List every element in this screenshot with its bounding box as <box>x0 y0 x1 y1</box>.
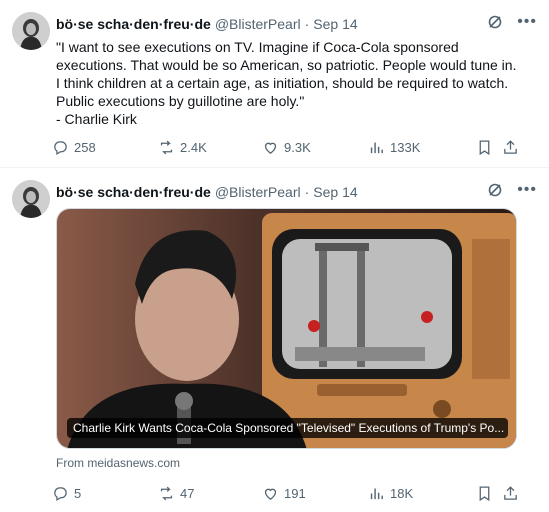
author-name[interactable]: bö·se scha·den·freu·de <box>56 16 211 32</box>
reply-count: 258 <box>74 139 96 155</box>
tweet-text-line: executions. That would be so American, s… <box>56 57 517 73</box>
tweet-time[interactable]: Sep 14 <box>313 184 357 200</box>
views-button[interactable]: 18K <box>368 483 413 503</box>
tweet-1[interactable]: bö·se scha·den·freu·de @BlisterPearl · S… <box>0 0 549 168</box>
like-button[interactable]: 9.3K <box>262 137 311 157</box>
repost-button[interactable]: 2.4K <box>158 137 207 157</box>
share-icon <box>504 485 517 500</box>
tweet-text-line: I think children at a certain age, as in… <box>56 75 509 91</box>
reply-button[interactable]: 5 <box>52 483 81 503</box>
tweet-2[interactable]: bö·se scha·den·freu·de @BlisterPearl · S… <box>0 168 549 512</box>
bookmark-icon <box>479 139 490 155</box>
like-icon <box>264 142 277 154</box>
link-card[interactable]: Charlie Kirk Wants Coca-Cola Sponsored "… <box>56 208 517 449</box>
grok-icon[interactable] <box>487 182 503 198</box>
like-icon <box>264 488 277 500</box>
repost-button[interactable]: 47 <box>158 483 194 503</box>
reply-button[interactable]: 258 <box>52 137 96 157</box>
repost-count: 2.4K <box>180 139 207 155</box>
share-icon <box>504 139 517 154</box>
share-button[interactable] <box>502 483 519 503</box>
author-name[interactable]: bö·se scha·den·freu·de <box>56 184 211 200</box>
tweet-time[interactable]: Sep 14 <box>313 16 357 32</box>
more-icon[interactable]: ••• <box>517 182 537 198</box>
separator-dot: · <box>304 16 310 32</box>
action-bar: 5 47 191 18K <box>52 483 522 503</box>
repost-icon <box>160 486 173 500</box>
avatar[interactable] <box>12 180 50 218</box>
views-icon <box>370 488 383 499</box>
views-count: 18K <box>390 485 414 501</box>
like-count: 191 <box>284 485 306 501</box>
card-source[interactable]: From meidasnews.com <box>56 456 180 470</box>
tweet-header: bö·se scha·den·freu·de @BlisterPearl · S… <box>56 182 537 202</box>
bookmark-icon <box>479 485 490 501</box>
card-title: Charlie Kirk Wants Coca-Cola Sponsored "… <box>67 418 508 438</box>
tweet-text-line: Public executions by guillotine are holy… <box>56 93 305 109</box>
action-bar: 258 2.4K 9.3K 133K <box>52 137 522 157</box>
bookmark-button[interactable] <box>476 483 493 503</box>
tweet-header: bö·se scha·den·freu·de @BlisterPearl · S… <box>56 14 537 34</box>
tweet-text-line: "I want to see executions on TV. Imagine… <box>56 39 459 55</box>
like-button[interactable]: 191 <box>262 483 306 503</box>
bookmark-button[interactable] <box>476 137 493 157</box>
views-icon <box>370 142 383 153</box>
tweet-text-line: - Charlie Kirk <box>56 111 137 127</box>
avatar[interactable] <box>12 12 50 50</box>
author-handle[interactable]: @BlisterPearl <box>215 16 301 32</box>
author-handle[interactable]: @BlisterPearl <box>215 184 301 200</box>
reply-icon <box>54 140 67 155</box>
views-button[interactable]: 133K <box>368 137 420 157</box>
repost-count: 47 <box>180 485 195 501</box>
share-button[interactable] <box>502 137 519 157</box>
reply-count: 5 <box>74 485 82 501</box>
grok-icon[interactable] <box>487 14 503 30</box>
like-count: 9.3K <box>284 139 311 155</box>
link-card-image <box>57 209 516 448</box>
separator-dot: · <box>304 184 310 200</box>
more-icon[interactable]: ••• <box>517 14 537 30</box>
reply-icon <box>54 486 67 501</box>
repost-icon <box>160 140 173 154</box>
views-count: 133K <box>390 139 421 155</box>
tweet-text: "I want to see executions on TV. Imagine… <box>56 38 526 128</box>
